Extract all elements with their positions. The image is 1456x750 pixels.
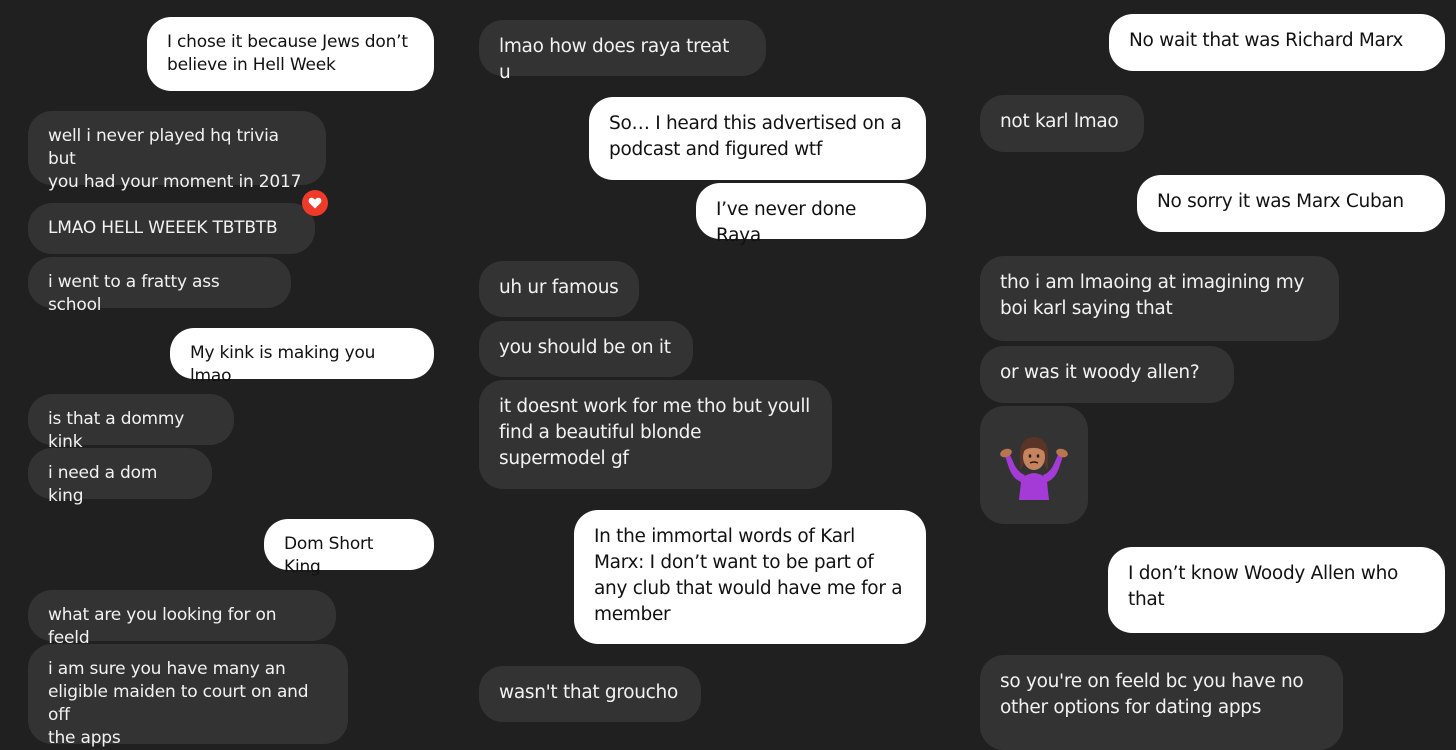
message-bubble[interactable]: so you're on feeld bc you have no other … <box>980 655 1343 750</box>
person-shrugging-emoji <box>1000 437 1068 500</box>
message-bubble[interactable]: i went to a fratty ass school <box>28 257 291 315</box>
message-bubble[interactable]: Dom Short King <box>264 519 434 577</box>
message-bubble[interactable]: i need a dom king <box>28 448 212 506</box>
message-bubble[interactable]: what are you looking for on feeld <box>28 590 336 648</box>
message-bubble[interactable]: No sorry it was Marx Cuban <box>1137 175 1445 232</box>
message-bubble[interactable]: wasn't that groucho <box>479 666 701 722</box>
message-bubble[interactable]: not karl lmao <box>980 95 1144 152</box>
message-bubble[interactable]: My kink is making you lmao <box>170 328 434 386</box>
message-bubble[interactable]: I don’t know Woody Allen who that <box>1108 547 1445 633</box>
emoji-message[interactable] <box>980 406 1088 524</box>
message-bubble[interactable]: tho i am lmaoing at imagining my boi kar… <box>980 256 1339 341</box>
message-bubble[interactable]: you should be on it <box>479 321 693 377</box>
message-bubble[interactable]: So… I heard this advertised on a podcast… <box>589 97 926 180</box>
heart-icon[interactable] <box>302 190 328 216</box>
message-bubble[interactable]: uh ur famous <box>479 261 639 317</box>
message-bubble[interactable]: I chose it because Jews don’t believe in… <box>147 17 434 91</box>
message-bubble[interactable]: lmao how does raya treat u <box>479 20 766 83</box>
message-bubble[interactable]: it doesnt work for me tho but youll find… <box>479 380 832 489</box>
message-bubble[interactable]: i am sure you have many an eligible maid… <box>28 644 348 748</box>
message-bubble[interactable]: or was it woody allen? <box>980 346 1234 403</box>
message-bubble[interactable]: No wait that was Richard Marx <box>1109 14 1445 71</box>
message-bubble[interactable]: I’ve never done Raya <box>696 183 926 246</box>
message-bubble[interactable]: is that a dommy kink <box>28 394 234 452</box>
message-bubble[interactable]: In the immortal words of Karl Marx: I do… <box>574 510 926 644</box>
message-bubble[interactable]: LMAO HELL WEEEK TBTBTB <box>28 203 315 254</box>
message-bubble[interactable]: well i never played hq trivia but you ha… <box>28 111 326 192</box>
